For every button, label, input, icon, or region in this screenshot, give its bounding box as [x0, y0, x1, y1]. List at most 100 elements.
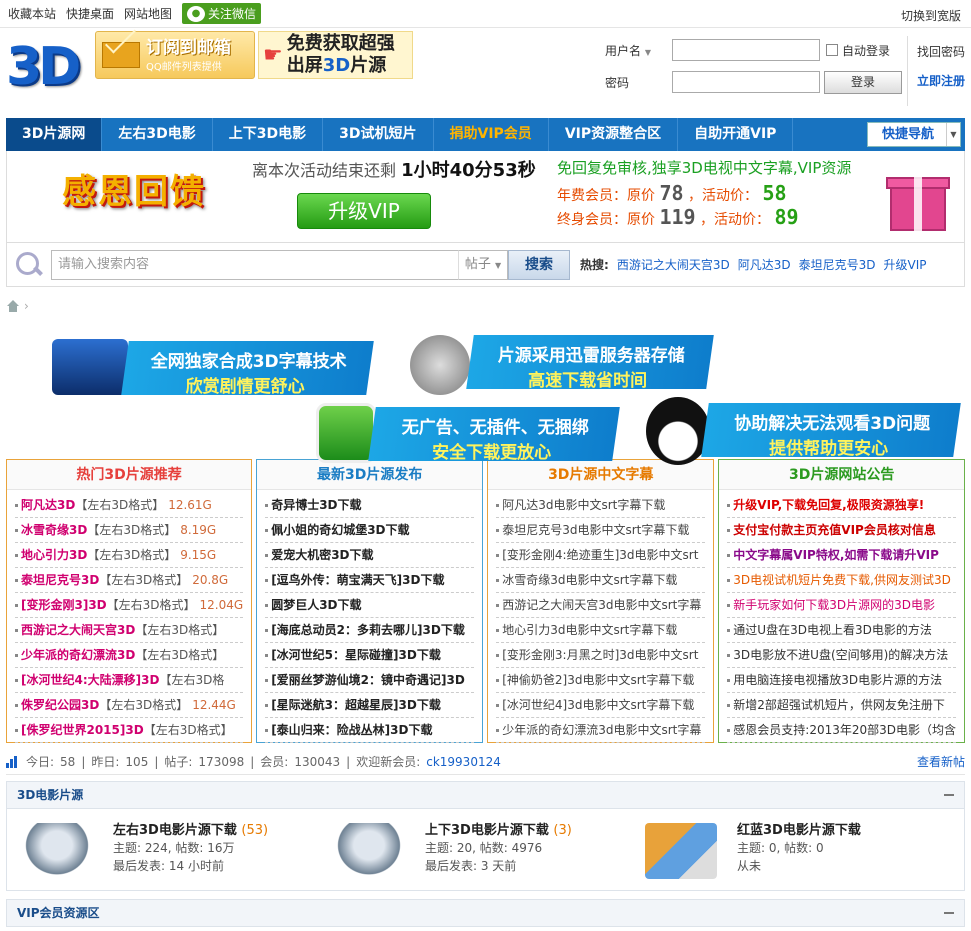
nav-trial[interactable]: 3D试机短片 — [323, 118, 434, 151]
list-item[interactable]: 冰雪奇缘3d电影中文srt字幕下载 — [496, 568, 706, 593]
list-item[interactable]: [侏罗纪世界2015]3D【左右3D格式】 — [15, 718, 244, 743]
list-item[interactable]: 冰雪奇缘3D【左右3D格式】 8.19G — [15, 518, 244, 543]
item-title[interactable]: [侏罗纪世界2015]3D — [21, 723, 144, 737]
list-item[interactable]: [海底总动员2：多莉去哪儿]3D下载 — [265, 618, 475, 643]
item-title[interactable]: 阿凡达3D — [21, 498, 75, 512]
wechat-follow-button[interactable]: ● 关注微信 — [182, 3, 262, 24]
list-item[interactable]: 西游记之大闹天宫3d电影中文srt字幕 — [496, 593, 706, 618]
list-item[interactable]: 泰坦尼克号3d电影中文srt字幕下载 — [496, 518, 706, 543]
list-item[interactable]: 支付宝付款主页充值VIP会员核对信息 — [727, 518, 957, 543]
search-type-select[interactable]: 帖子 ▼ — [458, 249, 508, 280]
collapse-icon[interactable] — [944, 794, 954, 796]
list-item[interactable]: 新增2部超强试机短片，供网友免注册下 — [727, 693, 957, 718]
wide-mode-link[interactable]: 切换到宽版 — [901, 7, 961, 24]
free-line2b: 3D — [322, 55, 351, 76]
list-item[interactable]: [变形金刚3:月黑之时]3d电影中文srt — [496, 643, 706, 668]
item-title[interactable]: 少年派的奇幻漂流3D — [21, 648, 135, 662]
vip-promo-banner[interactable]: 感恩回馈 离本次活动结束还剩 1小时40分53秒 升级VIP 免回复免审核,独享… — [6, 151, 965, 243]
item-title[interactable]: 泰坦尼克号3D — [21, 573, 99, 587]
list-item[interactable]: 侏罗纪公园3D【左右3D格式】 12.44G — [15, 693, 244, 718]
list-item[interactable]: 阿凡达3D【左右3D格式】 12.61G — [15, 493, 244, 518]
list-item[interactable]: 少年派的奇幻漂流3d电影中文srt字幕 — [496, 718, 706, 743]
sitemap-link[interactable]: 网站地图 — [124, 5, 172, 22]
hot-keyword[interactable]: 升级VIP — [883, 256, 926, 273]
item-title[interactable]: [冰河世纪4:大陆漂移]3D — [21, 673, 159, 687]
list-item[interactable]: 圆梦巨人3D下载 — [265, 593, 475, 618]
login-form: 用户名 ▼ 自动登录 密码 登录 找回密码 立即注册 — [605, 36, 965, 106]
list-item[interactable]: 西游记之大闹天宫3D【左右3D格式】 — [15, 618, 244, 643]
list-item[interactable]: 3D电视试机短片免费下载,供网友测试3D — [727, 568, 957, 593]
item-format: 【左右3D格式】 — [87, 523, 177, 537]
forum-name[interactable]: 上下3D电影片源下载 — [425, 823, 549, 838]
subscribe-mail-banner[interactable]: 订阅到邮箱 QQ邮件列表提供 — [95, 31, 255, 79]
list-item[interactable]: 中文字幕属VIP特权,如需下载请升VIP — [727, 543, 957, 568]
list-item[interactable]: 地心引力3D【左右3D格式】 9.15G — [15, 543, 244, 568]
list-item[interactable]: 3D电影放不进U盘(空间够用)的解决方法 — [727, 643, 957, 668]
list-item[interactable]: [变形金刚4:绝迹重生]3d电影中文srt — [496, 543, 706, 568]
forum-name[interactable]: 左右3D电影片源下载 — [113, 823, 237, 838]
list-item[interactable]: [冰河世纪4]3d电影中文srt字幕下载 — [496, 693, 706, 718]
gift-box-icon — [880, 159, 956, 235]
list-item[interactable]: [泰山归来：险战丛林]3D下载 — [265, 718, 475, 743]
list-item[interactable]: 爱宠大机密3D下载 — [265, 543, 475, 568]
free-source-banner[interactable]: ☛ 免费获取超强 出屏3D片源 — [258, 31, 413, 79]
login-button[interactable]: 登录 — [824, 70, 902, 94]
upgrade-vip-button[interactable]: 升级VIP — [297, 193, 431, 229]
forum-name[interactable]: 红蓝3D电影片源下载 — [737, 823, 861, 838]
list-item[interactable]: [逗鸟外传：萌宝满天飞]3D下载 — [265, 568, 475, 593]
list-item[interactable]: 升级VIP,下载免回复,极限资源独享! — [727, 493, 957, 518]
list-item[interactable]: [神偷奶爸2]3d电影中文srt字幕下载 — [496, 668, 706, 693]
search-button[interactable]: 搜索 — [508, 249, 570, 280]
register-link[interactable]: 立即注册 — [917, 72, 965, 89]
item-title[interactable]: [变形金刚3]3D — [21, 598, 107, 612]
hot-keyword[interactable]: 阿凡达3D — [738, 256, 791, 273]
section-header[interactable]: 3D电影片源 — [6, 781, 965, 809]
password-input[interactable] — [672, 71, 820, 93]
list-item[interactable]: 新手玩家如何下载3D片源网的3D电影 — [727, 593, 957, 618]
list-item[interactable]: 感恩会员支持:2013年20部3D电影（均含 — [727, 718, 957, 743]
list-item[interactable]: 奇异博士3D下载 — [265, 493, 475, 518]
nav-self-vip[interactable]: 自助开通VIP — [678, 118, 794, 151]
forum-list: 左右3D电影片源下载 (53) 主题: 224, 帖数: 16万 最后发表: 1… — [6, 809, 965, 891]
nav-vip-zone[interactable]: VIP资源整合区 — [549, 118, 679, 151]
view-new-posts-link[interactable]: 查看新帖 — [917, 753, 965, 770]
collapse-icon[interactable] — [944, 912, 954, 914]
item-title[interactable]: 地心引力3D — [21, 548, 87, 562]
list-item[interactable]: [星际迷航3：超越星辰]3D下载 — [265, 693, 475, 718]
nav-lr3d[interactable]: 左右3D电影 — [102, 118, 213, 151]
hot-keyword[interactable]: 西游记之大闹天宫3D — [617, 256, 730, 273]
site-logo[interactable]: 3D — [6, 36, 81, 98]
section-header[interactable]: VIP会员资源区 — [6, 899, 965, 927]
item-size: 20.8G — [192, 573, 229, 587]
search-input[interactable]: 请输入搜索内容 — [51, 249, 458, 280]
list-item[interactable]: 地心引力3d电影中文srt字幕下载 — [496, 618, 706, 643]
forgot-password-link[interactable]: 找回密码 — [917, 43, 965, 60]
quick-nav-dropdown[interactable]: 快捷导航 ▼ — [867, 122, 961, 147]
hot-keyword[interactable]: 泰坦尼克号3D — [799, 256, 876, 273]
username-input[interactable] — [672, 39, 820, 61]
nav-home[interactable]: 3D片源网 — [6, 118, 103, 151]
forum-item[interactable]: 上下3D电影片源下载 (3) 主题: 20, 帖数: 4976 最后发表: 3 … — [327, 817, 627, 887]
list-item[interactable]: [爱丽丝梦游仙境2：镜中奇遇记]3D — [265, 668, 475, 693]
nav-tb3d[interactable]: 上下3D电影 — [213, 118, 324, 151]
list-item[interactable]: [变形金刚3]3D【左右3D格式】 12.04G — [15, 593, 244, 618]
bookmark-link[interactable]: 收藏本站 — [8, 5, 56, 22]
auto-login-checkbox[interactable] — [826, 44, 838, 56]
list-item[interactable]: 佩小姐的奇幻城堡3D下载 — [265, 518, 475, 543]
list-item[interactable]: 用电脑连接电视播放3D电影片源的方法 — [727, 668, 957, 693]
forum-item[interactable]: 红蓝3D电影片源下载 主题: 0, 帖数: 0 从未 — [639, 817, 939, 887]
new-member-link[interactable]: ck19930124 — [426, 755, 501, 769]
list-item[interactable]: [冰河世纪4:大陆漂移]3D【左右3D格 — [15, 668, 244, 693]
list-item[interactable]: 泰坦尼克号3D【左右3D格式】 20.8G — [15, 568, 244, 593]
list-item[interactable]: 阿凡达3d电影中文srt字幕下载 — [496, 493, 706, 518]
list-item[interactable]: [冰河世纪5：星际碰撞]3D下载 — [265, 643, 475, 668]
nav-donate-vip[interactable]: 捐助VIP会员 — [434, 118, 549, 151]
item-title[interactable]: 侏罗纪公园3D — [21, 698, 99, 712]
home-icon[interactable] — [6, 300, 20, 312]
list-item[interactable]: 少年派的奇幻漂流3D【左右3D格式】 — [15, 643, 244, 668]
item-title[interactable]: 西游记之大闹天宫3D — [21, 623, 135, 637]
list-item[interactable]: 通过U盘在3D电视上看3D电影的方法 — [727, 618, 957, 643]
forum-item[interactable]: 左右3D电影片源下载 (53) 主题: 224, 帖数: 16万 最后发表: 1… — [15, 817, 315, 887]
item-title[interactable]: 冰雪奇缘3D — [21, 523, 87, 537]
desktop-shortcut-link[interactable]: 快捷桌面 — [66, 5, 114, 22]
